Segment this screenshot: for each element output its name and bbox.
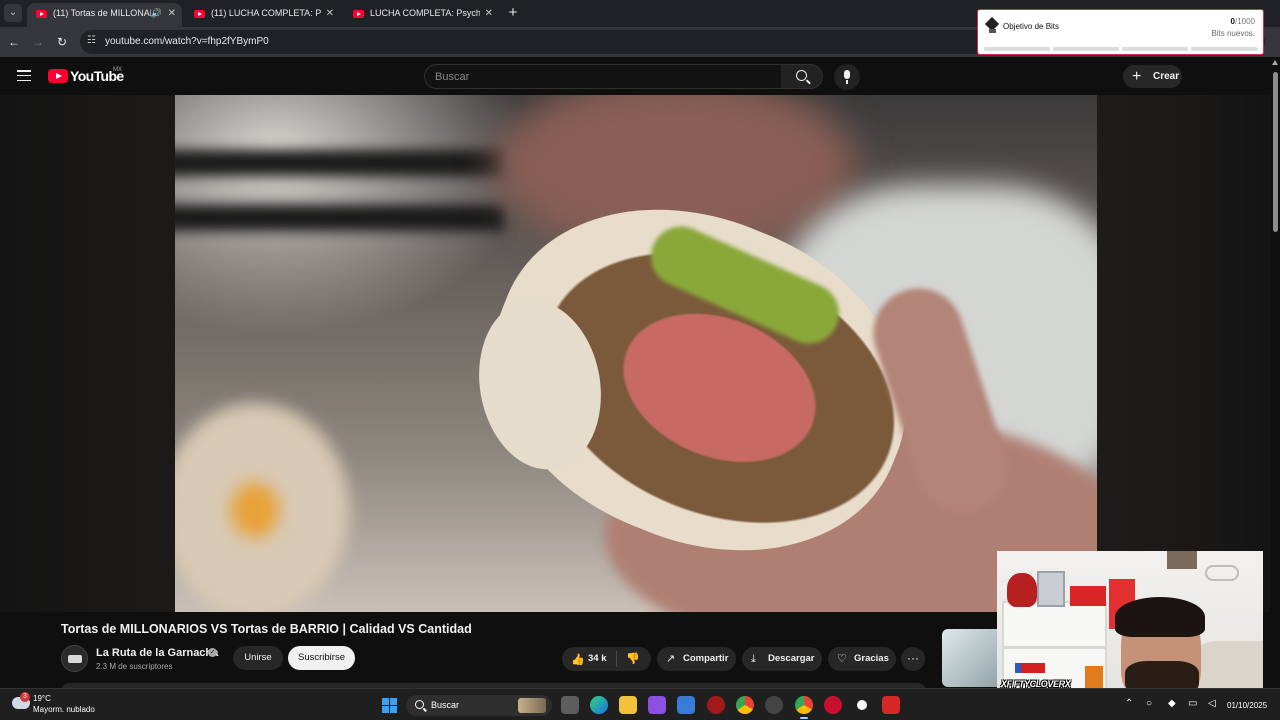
windows-start-icon[interactable] <box>382 698 397 713</box>
tab-search-icon[interactable]: ⌄ <box>4 4 22 22</box>
tray-display-icon[interactable]: ▭ <box>1188 698 1197 709</box>
menu-icon[interactable] <box>17 70 31 82</box>
youtube-header: YouTube MX + Crear <box>0 57 1280 95</box>
app-blue-icon[interactable] <box>677 696 695 714</box>
weather-condition[interactable]: Mayorm. nublado <box>33 705 95 714</box>
close-icon[interactable]: ✕ <box>485 3 493 24</box>
chrome-active-icon[interactable] <box>795 696 813 719</box>
tab-lucha-1[interactable]: (11) LUCHA COMPLETA: Psycho ✕ <box>185 3 340 27</box>
video-title: Tortas de MILLONARIOS VS Tortas de BARRI… <box>61 622 472 636</box>
task-view-icon[interactable] <box>561 696 579 714</box>
verified-check-icon: ✓ <box>208 648 217 657</box>
download-button[interactable]: ⤓ Descargar <box>742 647 822 671</box>
url-text: youtube.com/watch?v=fhp2fYBymP0 <box>105 36 269 47</box>
download-icon: ⤓ <box>751 653 756 665</box>
site-info-icon[interactable]: ☷ <box>87 35 96 46</box>
share-label: Compartir <box>683 653 729 664</box>
forward-icon[interactable]: → <box>30 34 46 50</box>
download-label: Descargar <box>768 653 815 664</box>
channel-avatar[interactable] <box>61 645 88 672</box>
dislike-thumb-down-icon[interactable]: 👎 <box>626 652 640 665</box>
search-input[interactable] <box>425 65 781 88</box>
subscribe-button[interactable]: Suscribirse <box>288 646 355 670</box>
close-icon[interactable]: ✕ <box>168 3 176 24</box>
tab-title: LUCHA COMPLETA: Psycho Clo <box>370 8 480 18</box>
file-explorer-icon[interactable] <box>619 696 637 714</box>
youtube-favicon-icon <box>353 10 364 18</box>
related-video-thumbnail[interactable] <box>942 629 1002 687</box>
edge-browser-icon[interactable] <box>590 696 608 714</box>
bits-goal-count: 0/1000 <box>1231 17 1255 26</box>
youtube-logo-icon[interactable] <box>48 69 68 83</box>
search-icon <box>796 70 807 81</box>
windows-taskbar: 3 19°C Mayorm. nublado Buscar ⌃ ○ ◆ ▭ ◁ … <box>0 688 1280 720</box>
thanks-heart-icon: ♡ <box>837 653 847 665</box>
weather-badge: 3 <box>20 692 30 702</box>
microphone-icon <box>844 70 850 79</box>
temperature[interactable]: 19°C <box>33 694 51 703</box>
scroll-thumb[interactable] <box>1273 72 1278 232</box>
bits-goal-label: Objetivo de Bits <box>1003 22 1060 31</box>
bits-subtitle: Bits nuevos. <box>1211 29 1255 38</box>
search-icon <box>415 700 424 709</box>
tab-tortas[interactable]: (11) Tortas de MILLONARIOS 🔊 ✕ <box>27 3 182 27</box>
tray-volume-icon[interactable]: ◁ <box>1208 698 1216 709</box>
app-red-icon[interactable] <box>707 696 725 714</box>
close-icon[interactable]: ✕ <box>326 3 334 24</box>
bits-goal-widget: Objetivo de Bits 0/1000 Bits nuevos. <box>977 9 1264 55</box>
youtube-favicon-icon <box>194 10 205 18</box>
like-count[interactable]: 34 k <box>588 653 607 664</box>
back-icon[interactable]: ← <box>6 34 22 50</box>
tab-title: (11) Tortas de MILLONARIOS <box>53 8 151 18</box>
share-icon: ↗ <box>666 653 676 665</box>
page-scrollbar[interactable] <box>1270 57 1280 687</box>
voice-search-button[interactable] <box>834 64 860 90</box>
taskbar-search[interactable]: Buscar <box>406 695 552 716</box>
youtube-favicon-icon <box>36 10 47 18</box>
tab-lucha-2[interactable]: LUCHA COMPLETA: Psycho Clo ✕ <box>344 3 499 27</box>
game-controller-icon <box>1205 565 1239 581</box>
clock-date[interactable]: 01/10/2025 <box>1227 701 1267 710</box>
plus-icon: + <box>1132 68 1142 85</box>
app-purple-icon[interactable] <box>648 696 666 714</box>
thanks-label: Gracias <box>854 653 889 664</box>
chrome-icon[interactable] <box>736 696 754 714</box>
obs-icon[interactable] <box>853 696 871 714</box>
audio-icon[interactable]: 🔊 <box>151 3 162 24</box>
discord-icon[interactable] <box>765 696 783 714</box>
subscriber-count: 2.3 M de suscriptores <box>96 662 173 671</box>
reload-icon[interactable]: ↻ <box>54 34 70 50</box>
search-box[interactable] <box>424 64 782 89</box>
search-button[interactable] <box>781 64 823 89</box>
video-player[interactable] <box>175 95 1097 612</box>
tray-chevron-icon[interactable]: ⌃ <box>1125 698 1133 709</box>
new-tab-icon[interactable]: + <box>505 3 521 23</box>
bits-goal: /1000 <box>1234 17 1255 26</box>
taskbar-search-label: Buscar <box>431 700 460 710</box>
thanks-button[interactable]: ♡ Gracias <box>828 647 896 671</box>
tray-app-icon[interactable]: ◆ <box>1168 698 1176 709</box>
tab-title: (11) LUCHA COMPLETA: Psycho <box>211 8 321 18</box>
channel-name[interactable]: La Ruta de la Garnacha <box>96 647 218 659</box>
like-thumb-up-icon[interactable]: 👍 <box>571 653 585 666</box>
more-actions-icon[interactable]: ··· <box>901 647 925 671</box>
tray-circle-icon[interactable]: ○ <box>1146 698 1152 709</box>
share-button[interactable]: ↗ Compartir <box>657 647 736 671</box>
join-button[interactable]: Unirse <box>233 646 283 670</box>
create-button[interactable]: + Crear <box>1123 65 1182 88</box>
scroll-up-arrow-icon[interactable] <box>1272 60 1278 65</box>
country-code: MX <box>113 67 122 73</box>
app-shield-icon[interactable] <box>882 696 900 714</box>
create-label: Crear <box>1153 71 1180 82</box>
like-dislike-group: 👍 34 k 👎 <box>562 647 651 671</box>
opera-icon[interactable] <box>824 696 842 714</box>
